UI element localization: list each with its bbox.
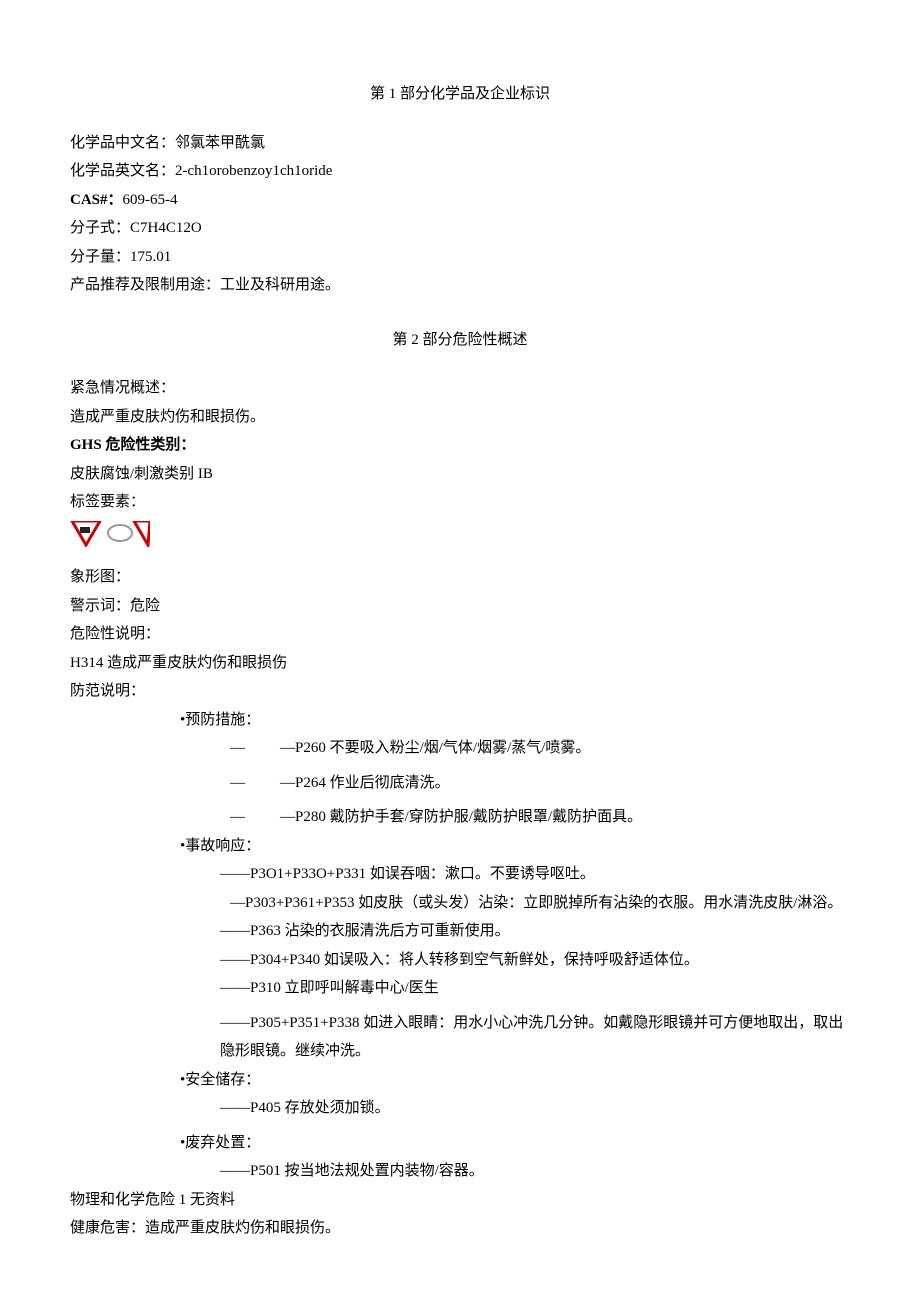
emergency-text: 造成严重皮肤灼伤和眼损伤。: [70, 403, 850, 432]
p304-text: ——P304+P340 如误吸入：将人转移到空气新鲜处，保持呼吸舒适体位。: [70, 946, 850, 975]
ghs-label: GHS 危险性类别：: [70, 431, 850, 460]
use-row: 产品推荐及限制用途：工业及科研用途。: [70, 271, 850, 300]
section-2-heading: 第 2 部分危险性概述: [70, 326, 850, 355]
p260-text: —P260 不要吸入粉尘/烟/气体/烟雾/蒸气/喷雾。: [280, 734, 590, 763]
p305-text: ——P305+P351+P338 如进入眼睛：用水小心冲洗几分钟。如戴隐形眼镜并…: [70, 1009, 850, 1066]
pictogram-label: 象形图：: [70, 563, 850, 592]
name-en-label: 化学品英文名：: [70, 163, 175, 179]
section-2-heading-text: 第 2 部分危险性概述: [392, 332, 527, 348]
cas-value: 609-65-4: [123, 192, 178, 208]
emergency-label: 紧急情况概述：: [70, 374, 850, 403]
ghs-text: 皮肤腐蚀/刺激类别 IB: [70, 460, 850, 489]
mw-row: 分子量：175.01: [70, 243, 850, 272]
disposal-title: •废弃处置：: [70, 1129, 850, 1158]
section-1-heading: 第 1 部分化学品及企业标识: [70, 80, 850, 109]
name-cn-value: 邻氯苯甲酰氯: [175, 135, 265, 151]
health-row: 健康危害：造成严重皮肤灼伤和眼损伤。: [70, 1214, 850, 1243]
p280-text: —P280 戴防护手套/穿防护服/戴防护眼罩/戴防护面具。: [280, 803, 642, 832]
dash-icon: —: [230, 803, 245, 832]
cas-row: CAS#：609-65-4: [70, 186, 850, 215]
name-cn-row: 化学品中文名：邻氯苯甲酰氯: [70, 129, 850, 158]
dash-icon: —: [230, 734, 245, 763]
precaution-label: 防范说明：: [70, 677, 850, 706]
health-label: 健康危害：: [70, 1220, 145, 1236]
p405-text: ——P405 存放处须加锁。: [70, 1094, 850, 1123]
section-1-heading-text: 第 1 部分化学品及企业标识: [370, 86, 550, 102]
label-elements: 标签要素：: [70, 488, 850, 517]
p260-row: — —P260 不要吸入粉尘/烟/气体/烟雾/蒸气/喷雾。: [70, 734, 850, 763]
corrosion-pictogram-icon: [70, 521, 150, 547]
p310-text: ——P310 立即呼叫解毒中心/医生: [70, 974, 850, 1003]
formula-value: C7H4C12O: [130, 220, 202, 236]
p501-text: ——P501 按当地法规处置内装物/容器。: [70, 1157, 850, 1186]
p303-text: —P303+P361+P353 如皮肤（或头发）沾染：立即脱掉所有沾染的衣服。用…: [70, 889, 850, 918]
p264-text: —P264 作业后彻底清洗。: [280, 769, 450, 798]
health-value: 造成严重皮肤灼伤和眼损伤。: [145, 1220, 340, 1236]
p264-row: — —P264 作业后彻底清洗。: [70, 769, 850, 798]
signal-row: 警示词：危险: [70, 592, 850, 621]
storage-title: •安全储存：: [70, 1066, 850, 1095]
name-en-row: 化学品英文名：2-ch1orobenzoy1ch1oride: [70, 157, 850, 186]
hazard-stmt-text: H314 造成严重皮肤灼伤和眼损伤: [70, 649, 850, 678]
mw-label: 分子量：: [70, 249, 130, 265]
use-label: 产品推荐及限制用途：: [70, 277, 220, 293]
p301-text: ——P3O1+P33O+P331 如误吞咽：漱口。不要诱导呕吐。: [70, 860, 850, 889]
formula-row: 分子式：C7H4C12O: [70, 214, 850, 243]
ghs-label-text: GHS 危险性类别：: [70, 437, 195, 453]
formula-label: 分子式：: [70, 220, 130, 236]
signal-value: 危险: [130, 598, 160, 614]
mw-value: 175.01: [130, 249, 171, 265]
p280-row: — —P280 戴防护手套/穿防护服/戴防护眼罩/戴防护面具。: [70, 803, 850, 832]
use-value: 工业及科研用途。: [220, 277, 340, 293]
signal-label: 警示词：: [70, 598, 130, 614]
name-cn-label: 化学品中文名：: [70, 135, 175, 151]
dash-icon: —: [230, 769, 245, 798]
prevention-title: •预防措施：: [70, 706, 850, 735]
response-title: •事故响应：: [70, 832, 850, 861]
phys-chem-row: 物理和化学危险 1 无资料: [70, 1186, 850, 1215]
hazard-stmt-label: 危险性说明：: [70, 620, 850, 649]
p363-text: ——P363 沾染的衣服清洗后方可重新使用。: [70, 917, 850, 946]
cas-label: CAS#：: [70, 192, 123, 208]
name-en-value: 2-ch1orobenzoy1ch1oride: [175, 163, 332, 179]
